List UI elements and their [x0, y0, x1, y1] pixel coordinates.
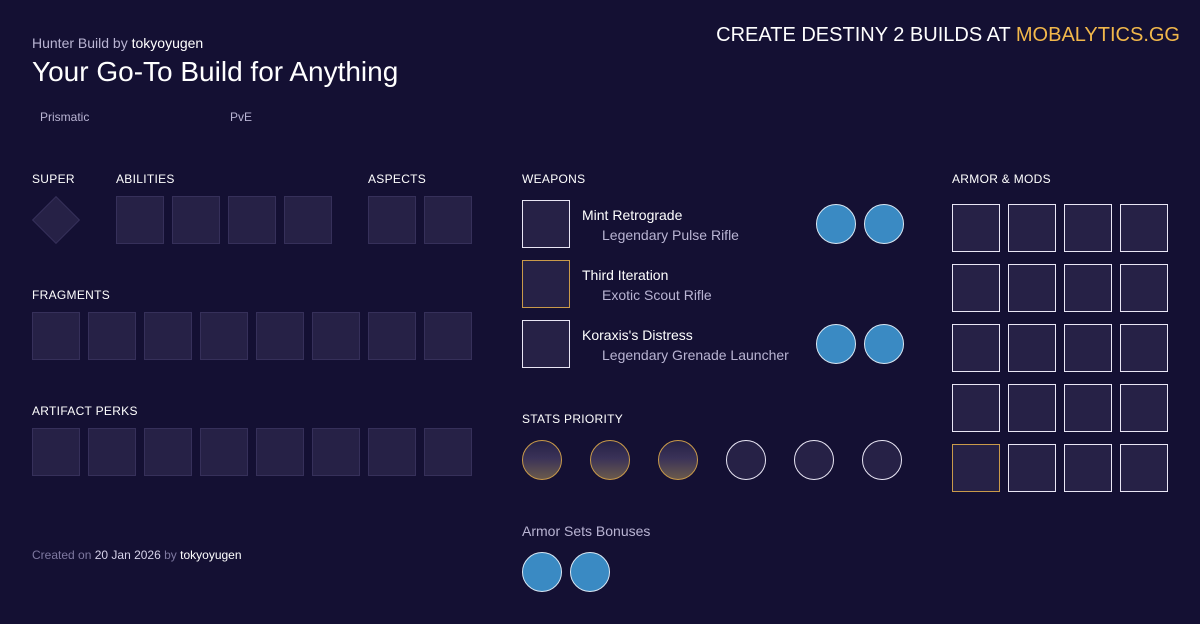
weapon-icon-slot[interactable] [522, 320, 570, 368]
armor-mod-slot[interactable] [1120, 204, 1168, 252]
stat-priority-slot[interactable] [794, 440, 834, 480]
armor-mod-slot[interactable] [1064, 204, 1112, 252]
fragment-slot[interactable] [200, 312, 248, 360]
armor-set-bonus-slot[interactable] [570, 552, 610, 592]
armor-mod-slot[interactable] [1064, 444, 1112, 492]
page-title: Your Go-To Build for Anything [32, 56, 399, 87]
weapon-name: Mint Retrograde [582, 207, 683, 223]
fragment-slot[interactable] [312, 312, 360, 360]
armor-slot[interactable] [952, 324, 1000, 372]
weapon-type: Legendary Pulse Rifle [602, 227, 739, 243]
fragments-label: FRAGMENTS [32, 288, 111, 302]
ability-slot[interactable] [228, 196, 276, 244]
aspects-label: ASPECTS [368, 172, 427, 186]
armor-mod-slot[interactable] [1064, 324, 1112, 372]
created-by-label: by [164, 548, 177, 562]
promo-site-link[interactable]: MOBALYTICS.GG [1016, 24, 1180, 46]
fragment-slot[interactable] [88, 312, 136, 360]
artifact-perk-slot[interactable] [32, 428, 80, 476]
armor-mods-label: ARMOR & MODS [952, 172, 1051, 186]
weapon-name: Third Iteration [582, 267, 669, 283]
created-info: Created on 20 Jan 2026 by tokyoyugen [32, 548, 242, 562]
fragment-slot[interactable] [32, 312, 80, 360]
armor-mod-slot[interactable] [1008, 384, 1056, 432]
ability-slot[interactable] [116, 196, 164, 244]
stat-priority-slot[interactable] [522, 440, 562, 480]
armor-mod-slot[interactable] [1008, 444, 1056, 492]
artifact-perk-slot[interactable] [424, 428, 472, 476]
stat-priority-slot[interactable] [726, 440, 766, 480]
weapon-mod-slot[interactable] [864, 324, 904, 364]
promo-banner[interactable]: CREATE DESTINY 2 BUILDS AT MOBALYTICS.GG [716, 24, 1180, 47]
build-subtitle: Hunter Build by tokyoyugen [32, 35, 203, 51]
artifact-perk-slot[interactable] [256, 428, 304, 476]
promo-text: CREATE DESTINY 2 BUILDS AT [716, 24, 1011, 46]
armor-set-bonus-slot[interactable] [522, 552, 562, 592]
armor-mod-slot[interactable] [1008, 324, 1056, 372]
fragment-slot[interactable] [368, 312, 416, 360]
fragment-slot[interactable] [424, 312, 472, 360]
weapon-mod-slot[interactable] [816, 324, 856, 364]
aspect-slot[interactable] [424, 196, 472, 244]
armor-slot[interactable] [952, 444, 1000, 492]
weapon-name: Koraxis's Distress [582, 327, 693, 343]
weapon-mod-slot[interactable] [816, 204, 856, 244]
armor-sets-label: Armor Sets Bonuses [522, 523, 651, 539]
armor-mod-slot[interactable] [1064, 264, 1112, 312]
stat-priority-slot[interactable] [862, 440, 902, 480]
aspect-slot[interactable] [368, 196, 416, 244]
weapons-label: WEAPONS [522, 172, 586, 186]
armor-mod-slot[interactable] [1008, 204, 1056, 252]
artifact-perk-slot[interactable] [88, 428, 136, 476]
armor-slot[interactable] [952, 384, 1000, 432]
armor-slot[interactable] [952, 264, 1000, 312]
armor-mod-slot[interactable] [1120, 384, 1168, 432]
armor-mod-slot[interactable] [1120, 444, 1168, 492]
weapon-icon-slot[interactable] [522, 200, 570, 248]
fragment-slot[interactable] [256, 312, 304, 360]
weapon-mod-slot[interactable] [864, 204, 904, 244]
stat-priority-slot[interactable] [590, 440, 630, 480]
super-slot[interactable] [31, 195, 81, 245]
abilities-label: ABILITIES [116, 172, 175, 186]
armor-mod-slot[interactable] [1064, 384, 1112, 432]
stat-priority-slot[interactable] [658, 440, 698, 480]
ability-slot[interactable] [284, 196, 332, 244]
subclass-tag: Prismatic [40, 110, 90, 124]
armor-mod-slot[interactable] [1120, 264, 1168, 312]
super-label: SUPER [32, 172, 75, 186]
armor-mod-slot[interactable] [1120, 324, 1168, 372]
armor-slot[interactable] [952, 204, 1000, 252]
artifact-perk-slot[interactable] [368, 428, 416, 476]
weapon-type: Exotic Scout Rifle [602, 287, 712, 303]
class-label: Hunter Build by [32, 35, 128, 51]
artifact-perks-label: ARTIFACT PERKS [32, 404, 138, 418]
created-author[interactable]: tokyoyugen [180, 548, 241, 562]
armor-mod-slot[interactable] [1008, 264, 1056, 312]
ability-slot[interactable] [172, 196, 220, 244]
weapon-type: Legendary Grenade Launcher [602, 347, 789, 363]
created-on-label: Created on [32, 548, 92, 562]
fragment-slot[interactable] [144, 312, 192, 360]
mode-tag: PvE [230, 110, 253, 124]
artifact-perk-slot[interactable] [200, 428, 248, 476]
weapon-icon-slot[interactable] [522, 260, 570, 308]
artifact-perk-slot[interactable] [312, 428, 360, 476]
stats-priority-label: STATS PRIORITY [522, 412, 624, 426]
artifact-perk-slot[interactable] [144, 428, 192, 476]
author-name[interactable]: tokyoyugen [132, 35, 204, 51]
created-date: 20 Jan 2026 [94, 548, 161, 562]
